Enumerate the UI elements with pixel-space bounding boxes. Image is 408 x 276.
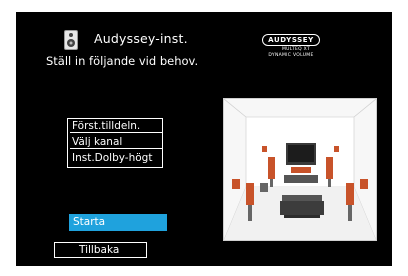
speaker-icon — [64, 30, 78, 50]
front-height-right-speaker-icon — [334, 146, 339, 152]
speaker-layout-illustration — [223, 98, 377, 241]
audyssey-logo-badge: AUDYSSEY — [262, 34, 320, 46]
surround-back-right-speaker-icon — [360, 179, 368, 189]
sofa-icon — [280, 195, 324, 218]
start-button[interactable]: Starta — [69, 214, 167, 231]
room-illustration — [223, 98, 377, 241]
page-subtitle: Ställ in följande vid behov. — [46, 54, 199, 68]
tv-stand — [284, 175, 318, 183]
tv-icon — [286, 143, 316, 165]
page-title: Audyssey-inst. — [94, 31, 188, 46]
front-height-left-speaker-icon — [262, 146, 267, 152]
menu-item-first-assign[interactable]: Först.tilldeln. — [70, 119, 163, 133]
surround-back-left-speaker-icon — [232, 179, 240, 189]
menu-item-dolby-height[interactable]: Inst.Dolby-högt — [70, 151, 163, 165]
audyssey-logo-line2: DYNAMIC VOLUME — [268, 53, 314, 58]
subwoofer-icon — [260, 183, 268, 192]
menu-item-select-channel[interactable]: Välj kanal — [70, 135, 163, 149]
audyssey-logo: AUDYSSEY MULTEQ XT DYNAMIC VOLUME — [254, 27, 328, 63]
setup-screen: Audyssey-inst. Ställ in följande vid beh… — [16, 12, 392, 266]
center-speaker-icon — [291, 167, 311, 173]
back-button[interactable]: Tillbaka — [54, 242, 147, 258]
